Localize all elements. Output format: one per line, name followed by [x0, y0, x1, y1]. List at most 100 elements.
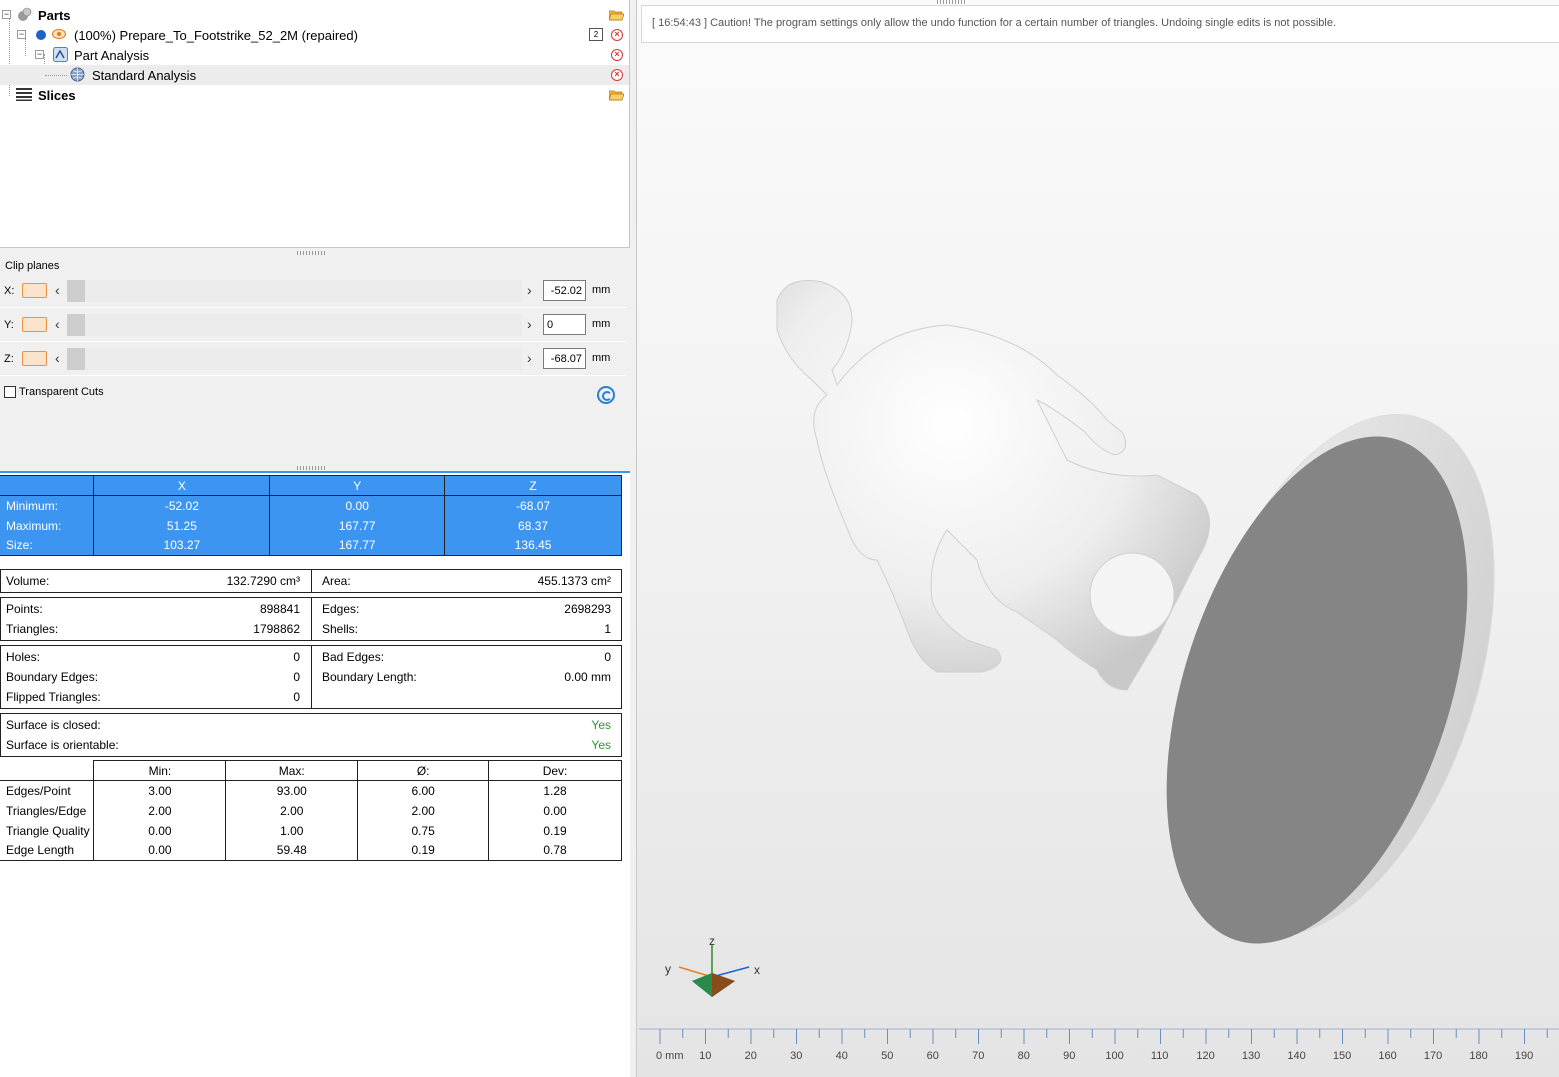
- clip-z-slider[interactable]: [67, 348, 522, 370]
- chevron-left-icon[interactable]: ‹: [55, 316, 60, 332]
- left-pane: − Parts − (100%) Prepare_To_Footstrike_5…: [0, 0, 631, 1077]
- divider: [311, 598, 312, 640]
- collapse-icon[interactable]: −: [2, 10, 11, 19]
- clip-axis-label: Y:: [4, 319, 14, 331]
- edges-value: 2698293: [564, 602, 611, 616]
- ruler-label: 190: [1514, 1050, 1534, 1062]
- reset-clip-icon[interactable]: [597, 386, 615, 404]
- boundary-length-value: 0.00 mm: [564, 670, 611, 684]
- divider: [311, 570, 312, 592]
- clip-unit-label: mm: [592, 284, 611, 296]
- cell-x: -52.02: [93, 495, 271, 516]
- 3d-viewport[interactable]: [ 16:54:43 ] Caution! The program settin…: [636, 0, 1559, 1077]
- clip-row-y: Y: ‹ › mm: [0, 310, 626, 342]
- 3d-model-render[interactable]: [637, 0, 1559, 1020]
- part-count-badge: 2: [589, 28, 603, 41]
- table-row: Triangle Quality 0.00 1.00 0.75 0.19: [0, 820, 622, 841]
- surface-orientable-label: Surface is orientable:: [6, 738, 119, 752]
- cell-z: 68.37: [444, 515, 622, 536]
- column-header-max: Max:: [225, 760, 359, 781]
- table-header-empty: [0, 475, 95, 496]
- row-label: Minimum:: [0, 495, 95, 516]
- cell-max: 2.00: [225, 800, 359, 821]
- surface-closed-value: Yes: [591, 718, 611, 732]
- remove-standard-analysis-icon[interactable]: ×: [611, 69, 623, 81]
- ruler-label: 50: [881, 1050, 894, 1062]
- volume-value: 132.7290 cm³: [226, 574, 300, 588]
- ruler-label: 140: [1287, 1050, 1306, 1062]
- area-label: Area:: [322, 574, 351, 588]
- cell-max: 93.00: [225, 780, 359, 801]
- cell-max: 1.00: [225, 820, 359, 841]
- chevron-left-icon[interactable]: ‹: [55, 350, 60, 366]
- ruler-label: 150: [1332, 1050, 1352, 1062]
- open-folder-icon[interactable]: [608, 89, 625, 101]
- parts-label: Parts: [38, 7, 71, 23]
- clip-z-input[interactable]: [543, 348, 586, 369]
- chevron-right-icon[interactable]: ›: [527, 316, 532, 332]
- points-label: Points:: [6, 602, 43, 616]
- standard-analysis-label: Standard Analysis: [92, 67, 197, 83]
- collapse-icon[interactable]: −: [35, 50, 44, 59]
- tree-item-parts[interactable]: − Parts: [0, 5, 629, 25]
- ruler-ticks: [639, 1028, 1559, 1044]
- clip-unit-label: mm: [592, 352, 611, 364]
- clip-y-input[interactable]: [543, 314, 586, 335]
- open-folder-icon[interactable]: [608, 9, 625, 21]
- cell-x: 103.27: [93, 535, 271, 556]
- slider-thumb[interactable]: [67, 314, 85, 336]
- clip-row-x: X: ‹ › mm: [0, 276, 626, 308]
- cell-min: 2.00: [93, 800, 227, 821]
- tree-item-slices[interactable]: Slices: [0, 85, 629, 105]
- clip-x-slider[interactable]: [67, 280, 522, 302]
- clip-z-toggle[interactable]: [22, 351, 47, 366]
- row-label: Triangle Quality: [0, 820, 95, 841]
- cell-avg: 0.19: [357, 840, 490, 861]
- table-header-row: X Y Z: [0, 475, 622, 496]
- axis-x-label: x: [754, 963, 760, 977]
- remove-part-icon[interactable]: ×: [611, 29, 623, 41]
- clip-y-toggle[interactable]: [22, 317, 47, 332]
- bad-edges-label: Bad Edges:: [322, 650, 385, 664]
- tree-item-part-analysis[interactable]: − Part Analysis ×: [0, 45, 629, 65]
- chevron-right-icon[interactable]: ›: [527, 350, 532, 366]
- divider: [311, 646, 312, 708]
- slider-thumb[interactable]: [67, 280, 85, 302]
- chevron-left-icon[interactable]: ‹: [55, 282, 60, 298]
- cell-y: 167.77: [269, 535, 446, 556]
- ruler-label: 160: [1378, 1050, 1397, 1062]
- cell-x: 51.25: [93, 515, 271, 536]
- collapse-icon[interactable]: −: [17, 30, 26, 39]
- analysis-results-panel: X Y Z Minimum: -52.02 0.00 -68.07 Maximu…: [0, 471, 630, 1077]
- clip-x-toggle[interactable]: [22, 283, 47, 298]
- transparent-cuts-checkbox[interactable]: Transparent Cuts: [4, 386, 104, 398]
- clip-y-slider[interactable]: [67, 314, 522, 336]
- chevron-right-icon[interactable]: ›: [527, 282, 532, 298]
- part-analysis-label: Part Analysis: [74, 47, 150, 63]
- ruler-label: 120: [1196, 1050, 1215, 1062]
- slices-icon: [16, 88, 32, 104]
- ruler-label: 0 mm: [656, 1050, 684, 1062]
- row-label: Edges/Point: [0, 780, 95, 801]
- bounding-box-table: X Y Z Minimum: -52.02 0.00 -68.07 Maximu…: [0, 475, 622, 556]
- cell-avg: 2.00: [357, 800, 490, 821]
- row-label: Size:: [0, 535, 95, 556]
- cell-dev: 0.00: [488, 800, 622, 821]
- tree-item-part[interactable]: − (100%) Prepare_To_Footstrike_52_2M (re…: [0, 25, 629, 45]
- clip-x-input[interactable]: [543, 280, 586, 301]
- splitter-handle[interactable]: [297, 466, 327, 470]
- column-header-dev: Dev:: [488, 760, 622, 781]
- remove-analysis-icon[interactable]: ×: [611, 49, 623, 61]
- table-row: Size: 103.27 167.77 136.45: [0, 535, 622, 556]
- splitter-handle[interactable]: [297, 251, 327, 255]
- clip-row-z: Z: ‹ › mm: [0, 344, 626, 376]
- visibility-eye-icon[interactable]: [51, 28, 67, 43]
- parts-icon: [17, 7, 33, 26]
- bad-edges-value: 0: [604, 650, 611, 664]
- statistics-table: Min: Max: Ø: Dev: Edges/Point 3.00 93.00…: [0, 760, 622, 861]
- tree-item-standard-analysis[interactable]: Standard Analysis ×: [0, 65, 629, 85]
- checkbox-box[interactable]: [4, 386, 16, 398]
- slider-thumb[interactable]: [67, 348, 85, 370]
- boundary-length-label: Boundary Length:: [322, 670, 417, 684]
- ruler-label: 60: [926, 1050, 939, 1062]
